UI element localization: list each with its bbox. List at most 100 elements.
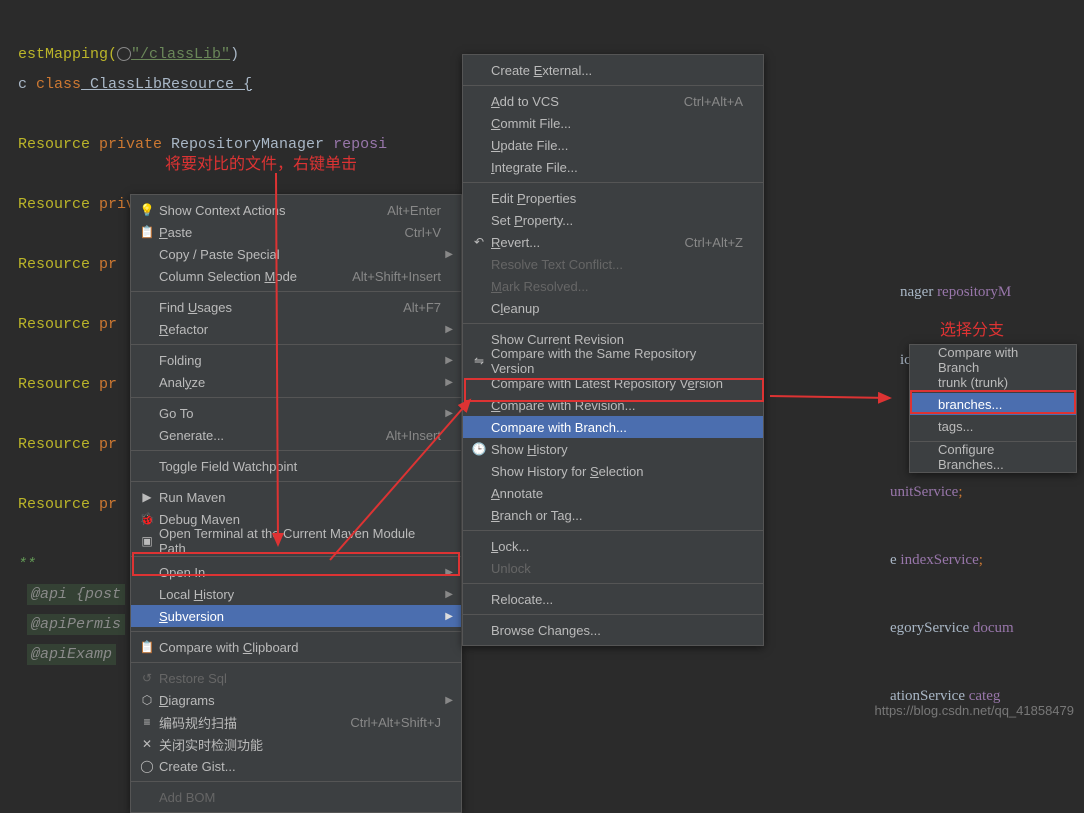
code-token: repositoryM <box>937 284 1011 300</box>
menu-item-branches[interactable]: branches... <box>910 393 1076 415</box>
menu-item-[interactable]: ≡编码规约扫描Ctrl+Alt+Shift+J <box>131 711 461 733</box>
watermark: https://blog.csdn.net/qq_41858479 <box>875 703 1075 718</box>
menu-item-diagrams[interactable]: ⬡Diagrams▶ <box>131 689 461 711</box>
code-token: ationService <box>890 688 969 704</box>
menu-item-tags[interactable]: tags... <box>910 415 1076 437</box>
menu-item-show-history[interactable]: 🕒Show History <box>463 438 763 460</box>
menu-item-label: tags... <box>936 419 1056 434</box>
menu-item-label: Paste <box>157 225 375 240</box>
menu-item-label: Debug Maven <box>157 512 441 527</box>
code-token: Resource <box>18 256 90 273</box>
menu-item-commit-file[interactable]: Commit File... <box>463 112 763 134</box>
menu-item-open-terminal-at-the-current-maven-module-path[interactable]: ▣Open Terminal at the Current Maven Modu… <box>131 530 461 552</box>
menu-item-icon: 💡 <box>137 203 157 217</box>
menu-item-revert[interactable]: ↶Revert...Ctrl+Alt+Z <box>463 231 763 253</box>
menu-item-compare-with-branch[interactable]: Compare with Branch <box>910 349 1076 371</box>
menu-item-local-history[interactable]: Local History▶ <box>131 583 461 605</box>
menu-item-find-usages[interactable]: Find Usages Alt+F7 <box>131 296 461 318</box>
menu-item-show-context-actions[interactable]: 💡Show Context ActionsAlt+Enter <box>131 199 461 221</box>
menu-item-go-to[interactable]: Go To▶ <box>131 402 461 424</box>
menu-item-edit-properties[interactable]: Edit Properties <box>463 187 763 209</box>
menu-item-compare-with-revision[interactable]: Compare with Revision... <box>463 394 763 416</box>
menu-item-resolve-text-conflict: Resolve Text Conflict... <box>463 253 763 275</box>
menu-item-trunk-trunk[interactable]: trunk (trunk) <box>910 371 1076 393</box>
menu-item-icon: ↺ <box>137 671 157 685</box>
menu-item-icon: ≡ <box>137 715 157 729</box>
menu-item-compare-with-branch[interactable]: Compare with Branch... <box>463 416 763 438</box>
menu-item-create-external[interactable]: Create External... <box>463 59 763 81</box>
menu-item-compare-with-latest-repository-version[interactable]: Compare with Latest Repository Version <box>463 372 763 394</box>
menu-item-[interactable]: ✕关闭实时检测功能 <box>131 733 461 755</box>
menu-item-shortcut: Alt+F7 <box>403 300 441 315</box>
menu-item-label: Open In <box>157 565 441 580</box>
code-token: unitService <box>890 484 958 500</box>
menu-item-label: Compare with Latest Repository Version <box>489 376 743 391</box>
menu-item-label: Compare with Revision... <box>489 398 743 413</box>
context-menu-subversion[interactable]: Create External...Add to VCSCtrl+Alt+ACo… <box>462 54 764 646</box>
menu-item-paste[interactable]: 📋PasteCtrl+V <box>131 221 461 243</box>
menu-item-create-gist[interactable]: ◯Create Gist... <box>131 755 461 777</box>
code-token: c <box>18 76 36 93</box>
menu-item-analyze[interactable]: Analyze▶ <box>131 371 461 393</box>
menu-item-cleanup[interactable]: Cleanup <box>463 297 763 319</box>
context-menu-main[interactable]: 💡Show Context ActionsAlt+Enter📋PasteCtrl… <box>130 194 462 813</box>
context-menu-branch[interactable]: Compare with Branchtrunk (trunk)branches… <box>909 344 1077 473</box>
menu-item-icon: 🐞 <box>137 512 157 526</box>
menu-separator <box>131 344 461 345</box>
menu-item-copy-paste-special[interactable]: Copy / Paste Special▶ <box>131 243 461 265</box>
menu-item-folding[interactable]: Folding▶ <box>131 349 461 371</box>
menu-separator <box>463 323 763 324</box>
menu-item-label: Find Usages <box>157 300 373 315</box>
menu-item-run-maven[interactable]: ▶Run Maven <box>131 486 461 508</box>
menu-item-shortcut: Alt+Shift+Insert <box>352 269 441 284</box>
menu-item-open-in[interactable]: Open In▶ <box>131 561 461 583</box>
annotation-hint: 选择分支 <box>940 316 1004 340</box>
menu-item-label: 编码规约扫描 <box>157 713 320 732</box>
code-token: Resource <box>18 376 90 393</box>
menu-separator <box>131 450 461 451</box>
menu-item-lock[interactable]: Lock... <box>463 535 763 557</box>
menu-item-label: Create Gist... <box>157 759 441 774</box>
menu-separator <box>131 481 461 482</box>
code-token: categ <box>969 688 1001 704</box>
code-token: @apiExamp <box>27 644 116 665</box>
menu-item-label: Relocate... <box>489 592 743 607</box>
menu-item-column-selection-mode[interactable]: Column Selection ModeAlt+Shift+Insert <box>131 265 461 287</box>
menu-item-icon: ◯ <box>137 759 157 773</box>
menu-item-integrate-file[interactable]: Integrate File... <box>463 156 763 178</box>
menu-item-compare-with-clipboard[interactable]: 📋Compare with Clipboard <box>131 636 461 658</box>
menu-item-mark-resolved: Mark Resolved... <box>463 275 763 297</box>
menu-item-toggle-field-watchpoint[interactable]: Toggle Field Watchpoint <box>131 455 461 477</box>
code-token: private <box>90 136 171 153</box>
menu-separator <box>463 182 763 183</box>
menu-separator <box>131 781 461 782</box>
menu-item-label: Edit Properties <box>489 191 743 206</box>
code-token: estMapping( <box>18 46 117 63</box>
code-token: pr <box>90 376 117 393</box>
menu-item-annotate[interactable]: Annotate <box>463 482 763 504</box>
menu-item-generate[interactable]: Generate...Alt+Insert <box>131 424 461 446</box>
menu-item-label: Show Context Actions <box>157 203 357 218</box>
menu-item-relocate[interactable]: Relocate... <box>463 588 763 610</box>
menu-item-shortcut: Ctrl+Alt+A <box>684 94 743 109</box>
menu-item-label: Restore Sql <box>157 671 441 686</box>
menu-item-label: Configure Branches... <box>936 442 1056 472</box>
menu-item-label: 关闭实时检测功能 <box>157 735 441 754</box>
menu-item-refactor[interactable]: Refactor▶ <box>131 318 461 340</box>
menu-item-browse-changes[interactable]: Browse Changes... <box>463 619 763 641</box>
menu-item-add-to-vcs[interactable]: Add to VCSCtrl+Alt+A <box>463 90 763 112</box>
code-token: pr <box>90 316 117 333</box>
menu-item-branch-or-tag[interactable]: Branch or Tag... <box>463 504 763 526</box>
code-token: ; <box>958 484 962 500</box>
menu-item-update-file[interactable]: Update File... <box>463 134 763 156</box>
menu-item-compare-with-the-same-repository-version[interactable]: ⇋Compare with the Same Repository Versio… <box>463 350 763 372</box>
code-token: Resource <box>18 496 90 513</box>
submenu-arrow-icon: ▶ <box>445 355 453 366</box>
menu-item-label: Add BOM <box>157 790 441 805</box>
menu-item-set-property[interactable]: Set Property... <box>463 209 763 231</box>
menu-item-show-history-for-selection[interactable]: Show History for Selection <box>463 460 763 482</box>
menu-item-configure-branches[interactable]: Configure Branches... <box>910 446 1076 468</box>
menu-item-subversion[interactable]: Subversion▶ <box>131 605 461 627</box>
menu-item-icon: 📋 <box>137 225 157 239</box>
menu-item-icon: ▶ <box>137 490 157 504</box>
